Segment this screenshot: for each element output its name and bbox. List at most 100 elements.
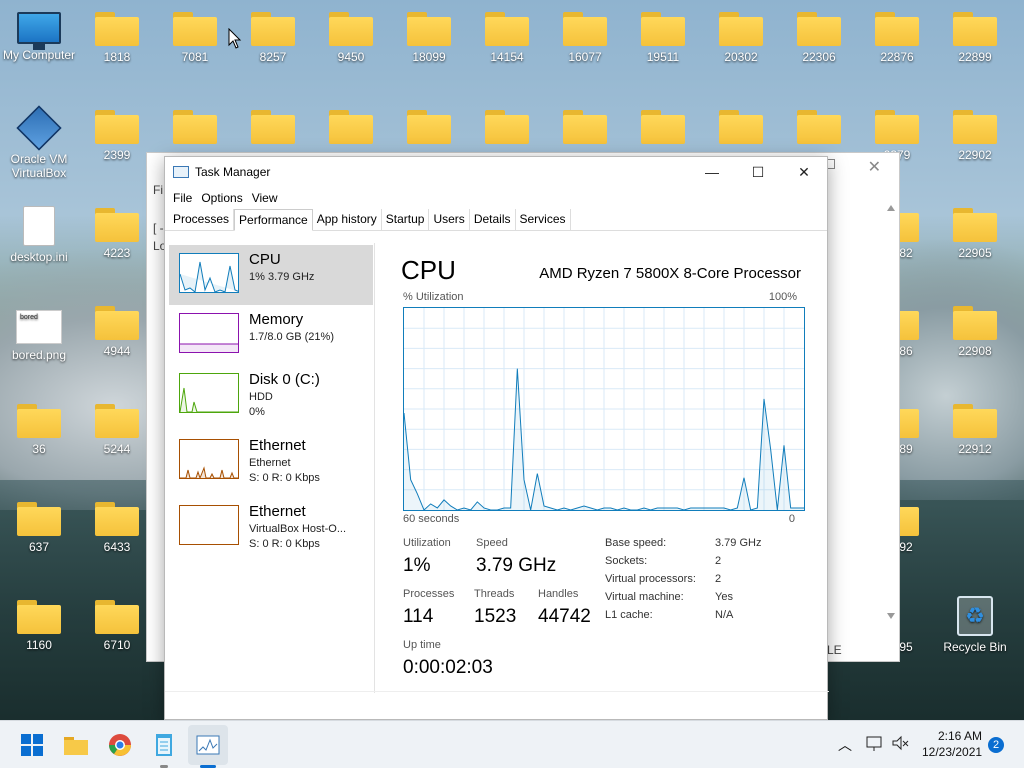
desktop-folder[interactable]: 20302 bbox=[702, 12, 780, 64]
folder-icon bbox=[641, 110, 685, 144]
close-button[interactable]: ✕ bbox=[781, 157, 827, 187]
desktop-icon-label: 22908 bbox=[958, 344, 992, 358]
task-manager-icon bbox=[173, 166, 189, 178]
desktop-folder[interactable]: 6433 bbox=[78, 502, 156, 554]
folder-icon bbox=[173, 12, 217, 46]
chevron-up-icon[interactable]: ︿ bbox=[838, 735, 852, 755]
start-button[interactable] bbox=[16, 729, 48, 761]
notepad-icon[interactable] bbox=[148, 729, 180, 761]
sidebar-item-detail: 0% bbox=[249, 406, 265, 418]
desktop-folder[interactable] bbox=[468, 110, 546, 144]
cpu-thumbnail-graph bbox=[179, 253, 239, 293]
desktop-folder[interactable]: 5244 bbox=[78, 404, 156, 456]
desktop-icon-label: bored.png bbox=[11, 348, 67, 362]
menu-view[interactable]: View bbox=[250, 191, 285, 205]
tab-startup[interactable]: Startup bbox=[382, 209, 430, 230]
desktop-icon-bored-png[interactable]: bored bored.png bbox=[0, 310, 78, 362]
tab-performance[interactable]: Performance bbox=[234, 209, 313, 231]
tab-app-history[interactable]: App history bbox=[313, 209, 382, 230]
desktop-folder[interactable]: 22908 bbox=[936, 306, 1014, 358]
desktop-icon-label: 16077 bbox=[568, 50, 602, 64]
desktop-icon-label: 8257 bbox=[259, 50, 287, 64]
desktop-folder[interactable]: 22905 bbox=[936, 208, 1014, 260]
window-fragment-text: Fi bbox=[153, 183, 163, 197]
desktop-folder[interactable]: 6710 bbox=[78, 600, 156, 652]
notification-badge[interactable]: 2 bbox=[988, 737, 1004, 753]
folder-icon bbox=[797, 12, 841, 46]
tab-processes[interactable]: Processes bbox=[169, 209, 235, 230]
desktop-folder[interactable]: 16077 bbox=[546, 12, 624, 64]
computer-icon bbox=[17, 12, 61, 50]
processes-value: 114 bbox=[403, 606, 434, 627]
desktop-folder[interactable] bbox=[156, 110, 234, 144]
desktop-folder[interactable]: 7081 bbox=[156, 12, 234, 64]
task-manager-icon[interactable] bbox=[192, 729, 224, 761]
tab-users[interactable]: Users bbox=[429, 209, 470, 230]
maximize-button[interactable]: ☐ bbox=[735, 157, 781, 187]
folder-icon bbox=[95, 404, 139, 438]
desktop-icon-recycle-bin[interactable]: ♻ Recycle Bin bbox=[936, 596, 1014, 654]
desktop-folder[interactable]: 9450 bbox=[312, 12, 390, 64]
sidebar-item-memory[interactable]: Memory 1.7/8.0 GB (21%) bbox=[169, 305, 373, 365]
sidebar-item-disk[interactable]: Disk 0 (C:) HDD 0% bbox=[169, 365, 373, 425]
desktop-icon-desktop-ini[interactable]: desktop.ini bbox=[0, 206, 78, 264]
desktop-folder[interactable]: 22899 bbox=[936, 12, 1014, 64]
desktop-folder[interactable]: 22876 bbox=[858, 12, 936, 64]
desktop-icon-virtualbox[interactable]: Oracle VM VirtualBox bbox=[0, 105, 78, 180]
desktop-icon-label: My Computer bbox=[2, 48, 76, 62]
folder-icon bbox=[17, 404, 61, 438]
desktop-icon-label: 19511 bbox=[646, 50, 680, 64]
desktop-folder[interactable] bbox=[780, 110, 858, 144]
desktop-icon-label: 18099 bbox=[412, 50, 446, 64]
desktop-folder[interactable]: 19511 bbox=[624, 12, 702, 64]
sidebar-item-title: Ethernet bbox=[249, 437, 306, 454]
desktop-folder[interactable]: 22902 bbox=[936, 110, 1014, 162]
desktop-folder[interactable]: 4944 bbox=[78, 306, 156, 358]
desktop-folder[interactable]: 18099 bbox=[390, 12, 468, 64]
desktop-folder[interactable]: 1160 bbox=[0, 600, 78, 652]
desktop-folder[interactable] bbox=[390, 110, 468, 144]
max-axis-label: 100% bbox=[768, 291, 797, 303]
base-speed-value: 3.79 GHz bbox=[715, 537, 762, 549]
desktop-folder[interactable] bbox=[234, 110, 312, 144]
l1-cache-value: N/A bbox=[715, 609, 734, 621]
desktop-folder[interactable]: 2399 bbox=[78, 110, 156, 162]
desktop-folder[interactable]: 637 bbox=[0, 502, 78, 554]
threads-label: Threads bbox=[474, 588, 515, 600]
chrome-icon[interactable] bbox=[104, 729, 136, 761]
clock-date[interactable]: 12/23/2021 bbox=[922, 745, 982, 759]
desktop-folder[interactable]: 36 bbox=[0, 404, 78, 456]
network-icon[interactable] bbox=[864, 733, 884, 753]
desktop-folder[interactable]: 14154 bbox=[468, 12, 546, 64]
desktop-icon-label: 7081 bbox=[181, 50, 209, 64]
scrollbar[interactable] bbox=[885, 203, 897, 623]
file-explorer-icon[interactable] bbox=[60, 729, 92, 761]
sidebar-item-ethernet-virtualbox[interactable]: Ethernet VirtualBox Host-O... S: 0 R: 0 … bbox=[169, 497, 373, 557]
desktop-folder[interactable]: 4223 bbox=[78, 208, 156, 260]
desktop-folder[interactable]: 1818 bbox=[78, 12, 156, 64]
desktop-folder[interactable]: 22912 bbox=[936, 404, 1014, 456]
folder-icon bbox=[485, 12, 529, 46]
speaker-muted-icon[interactable] bbox=[890, 733, 910, 753]
sidebar-item-cpu[interactable]: CPU 1% 3.79 GHz bbox=[169, 245, 373, 305]
desktop-folder[interactable] bbox=[624, 110, 702, 144]
menu-options[interactable]: Options bbox=[199, 191, 249, 205]
minimize-button[interactable]: — bbox=[689, 157, 735, 187]
tab-services[interactable]: Services bbox=[516, 209, 571, 230]
desktop-icon-my-computer[interactable]: My Computer bbox=[0, 12, 78, 62]
clock-time[interactable]: 2:16 AM bbox=[938, 729, 982, 743]
desktop-folder[interactable]: 22306 bbox=[780, 12, 858, 64]
desktop-folder[interactable] bbox=[546, 110, 624, 144]
folder-icon bbox=[797, 110, 841, 144]
menu-file[interactable]: File bbox=[171, 191, 199, 205]
desktop-folder[interactable]: 8257 bbox=[234, 12, 312, 64]
virtualbox-icon bbox=[16, 105, 62, 151]
desktop-folder[interactable] bbox=[702, 110, 780, 144]
task-manager-window[interactable]: Task Manager — ☐ ✕ File Options View Pro… bbox=[164, 156, 829, 720]
desktop-folder[interactable] bbox=[312, 110, 390, 144]
sidebar-item-ethernet[interactable]: Ethernet Ethernet S: 0 R: 0 Kbps bbox=[169, 431, 373, 491]
tab-details[interactable]: Details bbox=[470, 209, 516, 230]
close-icon[interactable]: ✕ bbox=[868, 157, 881, 177]
folder-icon bbox=[95, 600, 139, 634]
sidebar-item-detail: HDD bbox=[249, 391, 273, 403]
